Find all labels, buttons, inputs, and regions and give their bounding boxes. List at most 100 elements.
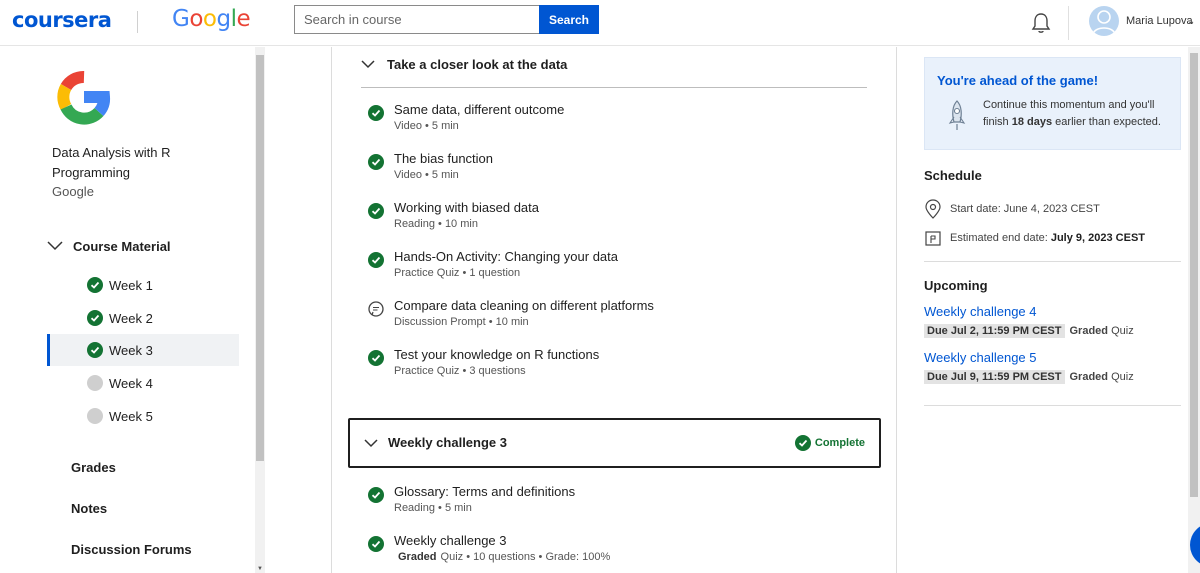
top-header: coursera Google Search Maria Lupova ⌄ xyxy=(0,0,1200,46)
notification-bell-icon[interactable] xyxy=(1031,12,1051,34)
check-circle-icon xyxy=(368,536,384,552)
chevron-down-icon xyxy=(361,59,375,68)
graded-tag: Graded xyxy=(1069,371,1109,383)
ahead-of-schedule-card: You're ahead of the game! Continue this … xyxy=(924,57,1181,150)
course-sidebar: Data Analysis with R Programming Google … xyxy=(0,47,255,573)
discussion-icon xyxy=(368,301,384,317)
item-meta: Video • 5 min xyxy=(394,120,459,132)
scrollbar-thumb[interactable] xyxy=(1190,53,1198,497)
check-circle-icon xyxy=(368,105,384,121)
content-border-left xyxy=(331,47,332,573)
course-material-label: Course Material xyxy=(73,238,171,254)
upcoming-meta: Due Jul 2, 11:59 PM CEST Graded Quiz xyxy=(924,324,1134,338)
empty-circle-icon xyxy=(87,408,103,424)
item-type: Quiz xyxy=(1111,371,1134,383)
user-avatar[interactable] xyxy=(1089,6,1119,36)
upcoming-link[interactable]: Weekly challenge 4 xyxy=(924,304,1037,319)
item-meta: Quiz • 10 questions • Grade: 100% xyxy=(440,551,611,563)
header-divider xyxy=(1068,6,1069,40)
logo-divider xyxy=(137,11,138,33)
course-material-toggle[interactable]: Course Material xyxy=(47,236,171,256)
ahead-text: Continue this momentum and you'll finish… xyxy=(983,97,1173,131)
start-date: Start date: June 4, 2023 CEST xyxy=(950,203,1100,215)
map-pin-icon xyxy=(925,199,941,219)
user-name[interactable]: Maria Lupova xyxy=(1126,15,1193,27)
item-meta: Reading • 5 min xyxy=(394,502,472,514)
search-input[interactable] xyxy=(294,5,539,34)
item-meta: Reading • 10 min xyxy=(394,218,478,230)
chevron-down-icon[interactable]: ⌄ xyxy=(1187,16,1195,27)
check-circle-icon xyxy=(794,435,811,451)
item-title[interactable]: Weekly challenge 3 xyxy=(394,533,507,548)
check-circle-icon xyxy=(368,252,384,268)
chevron-down-icon xyxy=(364,439,378,448)
weekly-challenge-section-header[interactable]: Weekly challenge 3 Complete xyxy=(348,418,881,468)
calendar-flag-icon xyxy=(925,231,941,246)
google-logo[interactable]: Google xyxy=(172,6,251,32)
graded-tag: Graded xyxy=(398,551,437,563)
section-title: Take a closer look at the data xyxy=(387,56,568,72)
sidebar-item-grades[interactable]: Grades xyxy=(71,460,116,475)
challenge-title: Weekly challenge 3 xyxy=(388,435,507,450)
google-letter: g xyxy=(216,6,231,32)
google-letter: o xyxy=(202,6,217,32)
item-meta: Discussion Prompt • 10 min xyxy=(394,316,529,328)
week-label: Week 3 xyxy=(109,342,153,358)
sidebar-item-week-2[interactable]: Week 2 xyxy=(47,302,239,334)
sidebar-item-week-3[interactable]: Week 3 xyxy=(47,334,239,366)
start-date-row: Start date: June 4, 2023 CEST xyxy=(924,199,1100,219)
page-scrollbar[interactable] xyxy=(1188,47,1200,573)
item-title[interactable]: The bias function xyxy=(394,151,493,166)
due-date-badge: Due Jul 2, 11:59 PM CEST xyxy=(924,324,1065,338)
content-border-right xyxy=(896,47,897,573)
upcoming-heading: Upcoming xyxy=(924,278,988,293)
check-circle-icon xyxy=(368,154,384,170)
due-date-badge: Due Jul 9, 11:59 PM CEST xyxy=(924,370,1065,384)
search-button[interactable]: Search xyxy=(539,5,599,34)
item-title[interactable]: Compare data cleaning on different platf… xyxy=(394,298,654,313)
end-date-label: Estimated end date: xyxy=(950,232,1048,244)
check-circle-icon xyxy=(87,310,103,326)
week-label: Week 2 xyxy=(109,310,153,326)
item-type: Quiz xyxy=(1111,325,1134,337)
item-title[interactable]: Glossary: Terms and definitions xyxy=(394,484,575,499)
empty-circle-icon xyxy=(87,375,103,391)
google-letter: e xyxy=(236,6,251,32)
chevron-down-icon xyxy=(47,241,63,251)
section-header[interactable]: Take a closer look at the data xyxy=(361,54,567,74)
scroll-down-icon[interactable]: ▼ xyxy=(257,566,263,572)
sidebar-item-week-4[interactable]: Week 4 xyxy=(47,367,239,399)
section-divider xyxy=(361,87,867,88)
end-date: July 9, 2023 CEST xyxy=(1050,232,1146,244)
sidebar-item-discussion-forums[interactable]: Discussion Forums xyxy=(71,542,192,557)
sidebar-item-notes[interactable]: Notes xyxy=(71,501,107,516)
rocket-icon xyxy=(948,100,966,130)
check-circle-icon xyxy=(87,342,103,358)
check-circle-icon xyxy=(368,203,384,219)
scrollbar-thumb[interactable] xyxy=(256,55,264,461)
complete-badge: Complete xyxy=(794,435,865,451)
item-meta: Practice Quiz • 3 questions xyxy=(394,365,526,377)
item-title[interactable]: Test your knowledge on R functions xyxy=(394,347,599,362)
upcoming-link[interactable]: Weekly challenge 5 xyxy=(924,350,1037,365)
complete-label: Complete xyxy=(814,437,865,449)
item-title[interactable]: Same data, different outcome xyxy=(394,102,564,117)
end-date-row: Estimated end date: July 9, 2023 CEST xyxy=(924,228,1145,248)
item-title[interactable]: Hands-On Activity: Changing your data xyxy=(394,249,618,264)
item-title[interactable]: Working with biased data xyxy=(394,200,539,215)
item-meta-row: Graded Quiz • 10 questions • Grade: 100% xyxy=(398,551,610,563)
schedule-heading: Schedule xyxy=(924,168,982,183)
check-circle-icon xyxy=(87,277,103,293)
course-title[interactable]: Data Analysis with R Programming xyxy=(52,143,202,183)
item-meta: Practice Quiz • 1 question xyxy=(394,267,521,279)
coursera-logo[interactable]: coursera xyxy=(12,8,112,32)
sidebar-item-week-1[interactable]: Week 1 xyxy=(47,269,239,301)
sidebar-scrollbar[interactable]: ▼ xyxy=(255,47,265,573)
week-label: Week 1 xyxy=(109,277,153,293)
check-circle-icon xyxy=(368,487,384,503)
rail-divider xyxy=(924,405,1181,406)
sidebar-item-week-5[interactable]: Week 5 xyxy=(47,400,239,432)
rail-divider xyxy=(924,261,1181,262)
ahead-days: 18 days xyxy=(1011,116,1053,128)
avatar-silhouette-icon xyxy=(1092,10,1116,35)
